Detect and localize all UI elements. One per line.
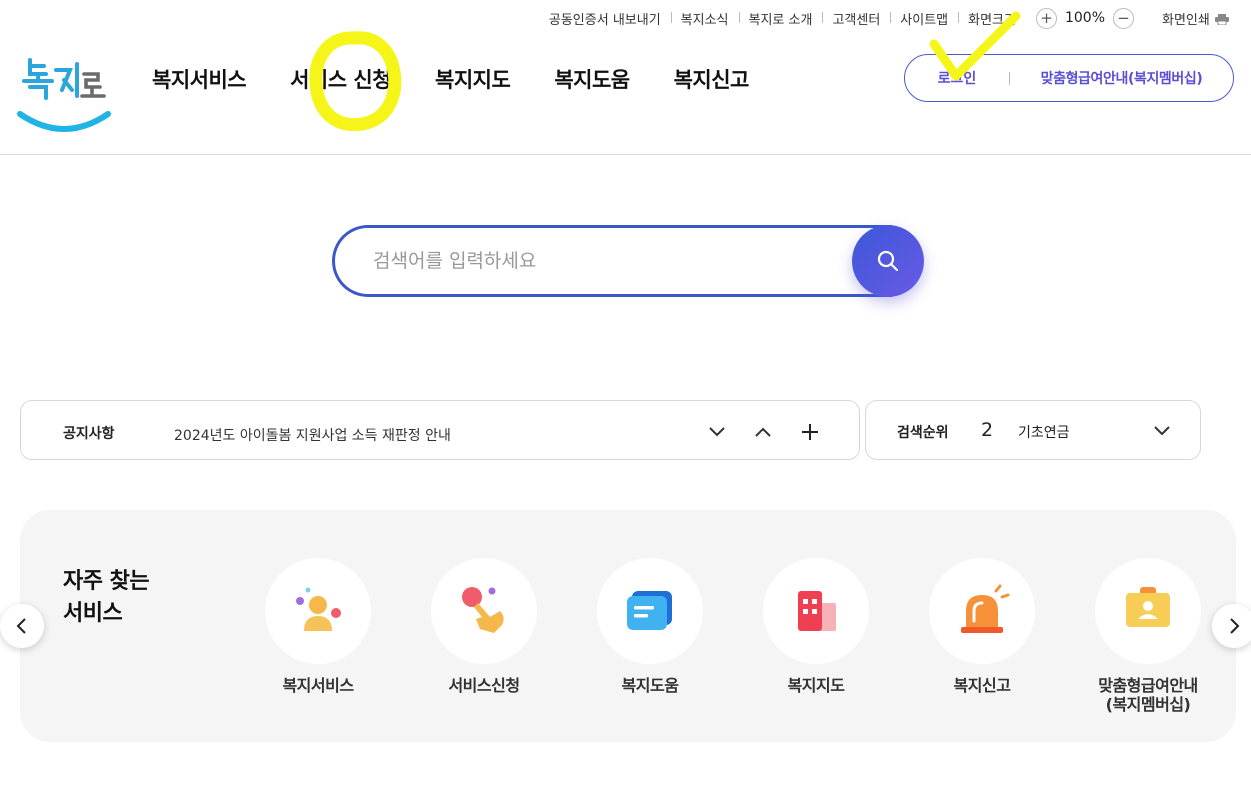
zoom-in-button[interactable]: + — [1035, 7, 1057, 29]
service-item-membership[interactable]: 맞춤형급여안내 (복지멤버십) — [1078, 558, 1218, 714]
service-icon-circle — [1095, 558, 1201, 664]
about-link[interactable]: 복지로 소개 — [738, 9, 823, 28]
notice-more-button[interactable] — [798, 420, 822, 444]
search-input[interactable] — [332, 225, 892, 297]
siren-icon — [961, 584, 1010, 633]
service-icon-circle — [597, 558, 703, 664]
service-label: 복지지도 — [787, 676, 845, 695]
member-box: 로그인 맞춤형급여안내(복지멤버십) — [904, 54, 1234, 102]
chevron-left-icon — [16, 618, 26, 634]
header-divider — [0, 154, 1251, 155]
zoom-control: + 100% − — [1026, 7, 1144, 29]
id-card-icon — [1126, 587, 1170, 627]
nav-service-apply[interactable]: 서비스 신청 — [268, 64, 413, 94]
notice-title: 공지사항 — [63, 426, 115, 442]
hand-tap-icon — [462, 587, 504, 633]
service-label: 서비스신청 — [448, 676, 520, 695]
chevron-down-icon — [1154, 426, 1170, 436]
service-label: 맞춤형급여안내 (복지멤버십) — [1098, 676, 1198, 714]
search-rank: 검색순위 2 기초연금 — [865, 400, 1201, 460]
welfare-news-link[interactable]: 복지소식 — [670, 9, 739, 28]
notice-bar: 공지사항 2024년도 아이돌봄 지원사업 소득 재판정 안내 — [20, 400, 860, 460]
nav-welfare-service[interactable]: 복지서비스 — [130, 64, 268, 94]
service-item-apply[interactable]: 서비스신청 — [414, 558, 554, 695]
nav-welfare-report[interactable]: 복지신고 — [652, 64, 771, 94]
search-icon — [877, 250, 899, 272]
service-item-map[interactable]: 복지지도 — [746, 558, 886, 695]
zoom-value: 100% — [1064, 10, 1106, 26]
person-icon — [296, 587, 341, 631]
rank-number: 2 — [981, 419, 994, 441]
cert-export-link[interactable]: 공동인증서 내보내기 — [539, 9, 671, 28]
customer-center-link[interactable]: 고객센터 — [822, 9, 890, 28]
service-label: 복지서비스 — [282, 676, 354, 695]
nav-welfare-help[interactable]: 복지도움 — [532, 64, 651, 94]
screen-size-label: 화면크기 — [958, 9, 1026, 28]
main-nav: 복지서비스 서비스 신청 복지지도 복지도움 복지신고 — [130, 64, 771, 94]
search-button[interactable] — [852, 225, 924, 297]
service-item-help[interactable]: 복지도움 — [580, 558, 720, 695]
login-button[interactable]: 로그인 — [905, 68, 1009, 88]
sitemap-link[interactable]: 사이트맵 — [890, 9, 958, 28]
service-item-welfare[interactable]: 복지서비스 — [248, 558, 388, 695]
chevron-up-icon — [755, 427, 771, 437]
rank-title: 검색순위 — [897, 425, 949, 441]
zoom-out-button[interactable]: − — [1113, 7, 1135, 29]
notice-text[interactable]: 2024년도 아이돌봄 지원사업 소득 재판정 안내 — [174, 425, 451, 445]
service-item-report[interactable]: 복지신고 — [912, 558, 1052, 695]
message-icon — [627, 591, 672, 630]
search-bar — [332, 225, 924, 297]
carousel-prev-button[interactable] — [0, 604, 44, 648]
frequent-services: 자주 찾는 서비스 복지서비스 서비스신청 복지도움 복지지도 복지신고 맞춤형… — [20, 510, 1236, 742]
service-label: 복지신고 — [953, 676, 1011, 695]
rank-dropdown-button[interactable] — [1150, 419, 1174, 443]
building-icon — [798, 591, 836, 631]
plus-icon — [802, 424, 818, 440]
print-button[interactable]: 화면인쇄 — [1144, 9, 1229, 28]
chevron-down-icon — [709, 427, 725, 437]
service-icon-circle — [929, 558, 1035, 664]
chevron-right-icon — [1230, 618, 1240, 634]
print-icon — [1215, 13, 1229, 25]
nav-welfare-map[interactable]: 복지지도 — [413, 64, 532, 94]
utility-bar: 공동인증서 내보내기 복지소식 복지로 소개 고객센터 사이트맵 화면크기 + … — [539, 0, 1251, 36]
notice-next-button[interactable] — [705, 420, 729, 444]
site-logo[interactable] — [16, 52, 112, 136]
rank-term[interactable]: 기초연금 — [1018, 422, 1070, 442]
carousel-next-button[interactable] — [1212, 604, 1251, 648]
logo-mark — [17, 58, 111, 132]
service-icon-circle — [431, 558, 537, 664]
print-label: 화면인쇄 — [1162, 12, 1210, 28]
frequent-title: 자주 찾는 서비스 — [63, 569, 150, 626]
notice-prev-button[interactable] — [751, 420, 775, 444]
service-icon-circle — [265, 558, 371, 664]
service-label: 복지도움 — [621, 676, 679, 695]
custom-benefit-button[interactable]: 맞춤형급여안내(복지멤버십) — [1010, 68, 1233, 88]
service-icon-circle — [763, 558, 869, 664]
